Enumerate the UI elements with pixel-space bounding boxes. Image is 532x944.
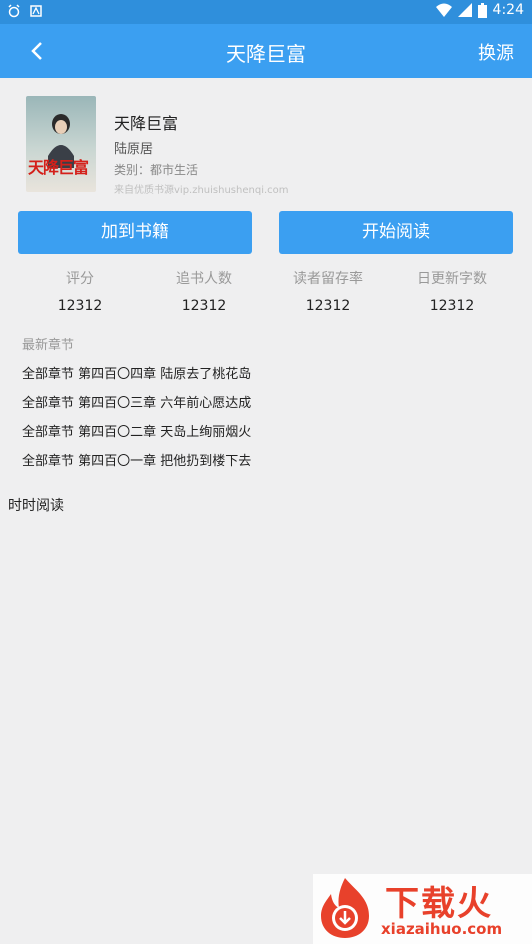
book-stats: 评分 12312 追书人数 12312 读者留存率 12312 日更新字数 12… xyxy=(18,268,514,314)
chapter-item[interactable]: 全部章节 第四百〇二章 天岛上绚丽烟火 xyxy=(22,421,251,450)
stat-label: 评分 xyxy=(66,271,94,287)
app-bar: 天降巨富 换源 xyxy=(0,24,532,78)
switch-source-button[interactable]: 换源 xyxy=(478,39,514,65)
stat-label: 追书人数 xyxy=(176,271,232,287)
stat-followers: 追书人数 12312 xyxy=(142,268,266,314)
status-bar: 4:24 xyxy=(0,0,532,24)
book-title: 天降巨富 xyxy=(114,114,179,133)
stat-value: 12312 xyxy=(429,298,475,314)
stat-value: 12312 xyxy=(181,298,227,314)
read-now-label[interactable]: 时时阅读 xyxy=(8,495,64,515)
start-reading-button[interactable]: 开始阅读 xyxy=(279,211,513,254)
chapter-item[interactable]: 全部章节 第四百〇一章 把他扔到楼下去 xyxy=(22,450,251,479)
watermark: 下载火 xiazaihuo.com xyxy=(313,874,532,944)
page-title: 天降巨富 xyxy=(226,42,306,66)
stat-daily-words: 日更新字数 12312 xyxy=(390,268,514,314)
add-to-shelf-button[interactable]: 加到书籍 xyxy=(18,211,252,254)
stat-retention: 读者留存率 12312 xyxy=(266,268,390,314)
stat-value: 12312 xyxy=(57,298,103,314)
chapter-item[interactable]: 全部章节 第四百〇三章 六年前心愿达成 xyxy=(22,392,251,421)
book-author: 陆原居 xyxy=(114,142,154,157)
book-category: 类别：都市生活 xyxy=(114,163,199,177)
status-time: 4:24 xyxy=(492,2,524,18)
stat-label: 读者留存率 xyxy=(293,271,363,287)
notification-icon xyxy=(30,5,42,17)
signal-icon xyxy=(457,3,472,17)
latest-chapters: 最新章节 全部章节 第四百〇四章 陆原去了桃花岛 全部章节 第四百〇三章 六年前… xyxy=(22,334,251,479)
alarm-icon xyxy=(8,4,20,18)
stat-value: 12312 xyxy=(305,298,351,314)
stat-rating: 评分 12312 xyxy=(18,268,142,314)
flame-logo-icon xyxy=(321,878,369,938)
cover-title: 天降巨富 xyxy=(28,158,89,177)
latest-heading: 最新章节 xyxy=(22,338,75,353)
book-cover: 天降巨富 xyxy=(26,96,96,192)
book-source: 来自优质书源vip.zhuishushenqi.com xyxy=(114,185,289,196)
book-info: 天降巨富 天降巨富 陆原居 类别：都市生活 来自优质书源vip.zhuishus… xyxy=(26,96,506,196)
stat-label: 日更新字数 xyxy=(417,271,487,287)
battery-icon xyxy=(477,2,487,18)
chapter-item[interactable]: 全部章节 第四百〇四章 陆原去了桃花岛 xyxy=(22,363,251,392)
watermark-brand: 下载火 xyxy=(385,884,493,924)
watermark-url: xiazaihuo.com xyxy=(381,920,503,938)
wifi-icon xyxy=(435,3,452,17)
